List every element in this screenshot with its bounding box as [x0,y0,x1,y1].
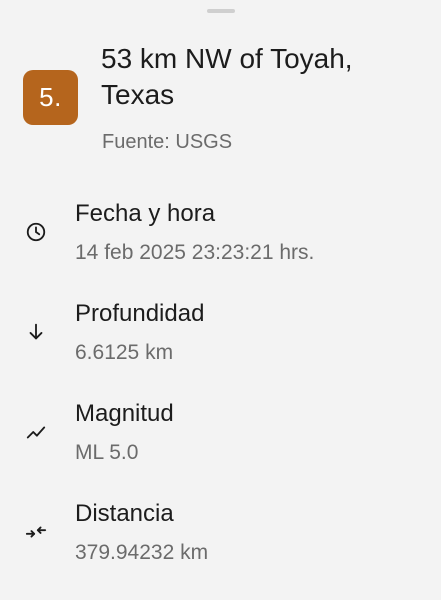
compress-arrows-icon [24,520,48,544]
event-title-line2: Texas [101,79,175,110]
detail-label: Profundidad [75,300,205,327]
detail-row-magnitude: Magnitud ML 5.0 [0,396,441,476]
detail-bottom-sheet: 5. 53 km NW of Toyah, Texas Fuente: USGS… [0,0,441,600]
detail-row-depth: Profundidad 6.6125 km [0,296,441,376]
detail-value: ML 5.0 [75,441,139,464]
source-label: Fuente: USGS [102,131,233,153]
drag-handle[interactable] [207,9,235,13]
arrow-down-icon [24,320,48,344]
clock-icon [24,220,48,244]
detail-label: Magnitud [75,400,174,427]
event-title: 53 km NW of Toyah, Texas [101,41,421,113]
detail-row-distance: Distancia 379.94232 km [0,496,441,576]
detail-label: Fecha y hora [75,200,216,227]
event-title-line1: 53 km NW of Toyah, [101,43,353,74]
detail-value: 6.6125 km [75,341,174,364]
detail-value: 14 feb 2025 23:23:21 hrs. [75,241,315,264]
detail-value: 379.94232 km [75,541,209,564]
detail-label: Distancia [75,500,174,527]
detail-row-datetime: Fecha y hora 14 feb 2025 23:23:21 hrs. [0,196,441,276]
trending-icon [24,420,48,444]
magnitude-badge: 5. [23,70,78,125]
